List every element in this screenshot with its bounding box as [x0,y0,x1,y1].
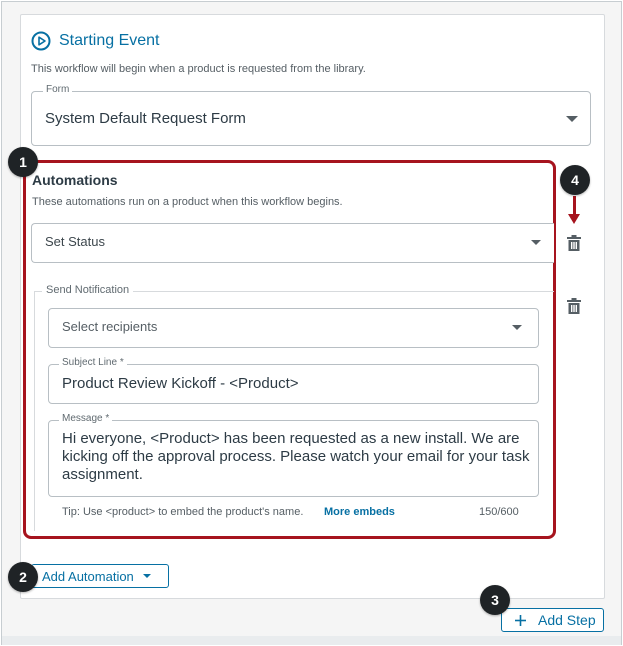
add-automation-button[interactable]: Add Automation [31,564,169,588]
caret-down-icon[interactable] [566,116,578,122]
starting-event-title: Starting Event [59,32,160,49]
add-step-button[interactable]: Add Step [501,608,604,632]
callout-arrow-head [568,214,580,224]
page-footer-band [2,636,621,645]
subject-line-value: Product Review Kickoff - <Product> [62,375,299,392]
caret-down-icon[interactable] [531,240,541,245]
set-status-select[interactable] [31,223,554,263]
form-select-value: System Default Request Form [45,110,246,127]
embed-tip: Tip: Use <product> to embed the product'… [62,506,304,518]
trash-icon[interactable] [567,235,581,251]
automations-description: These automations run on a product when … [32,196,343,208]
set-status-value: Set Status [45,234,105,249]
caret-down-icon [142,574,151,578]
callout-badge-2: 2 [8,562,38,592]
callout-badge-4: 4 [560,165,590,195]
callout-badge-1: 1 [8,147,38,177]
plus-icon [515,614,526,626]
trash-icon[interactable] [567,298,581,314]
recipients-placeholder: Select recipients [62,319,158,334]
starting-event-description: This workflow will begin when a product … [31,63,366,75]
character-counter: 150/600 [479,506,519,518]
callout-arrow [573,196,576,216]
add-automation-label: Add Automation [42,568,134,584]
send-notification-legend: Send Notification [42,284,134,296]
callout-badge-3: 3 [480,585,510,615]
form-legend: Form [43,84,73,96]
automations-title: Automations [32,172,118,188]
subject-line-legend: Subject Line * [59,357,127,369]
caret-down-icon[interactable] [512,325,522,330]
add-step-label: Add Step [538,612,596,628]
message-legend: Message * [59,413,113,425]
more-embeds-link[interactable]: More embeds [324,506,395,518]
message-value: Hi everyone, <Product> has been requeste… [62,430,530,483]
play-circle-icon [31,31,51,51]
